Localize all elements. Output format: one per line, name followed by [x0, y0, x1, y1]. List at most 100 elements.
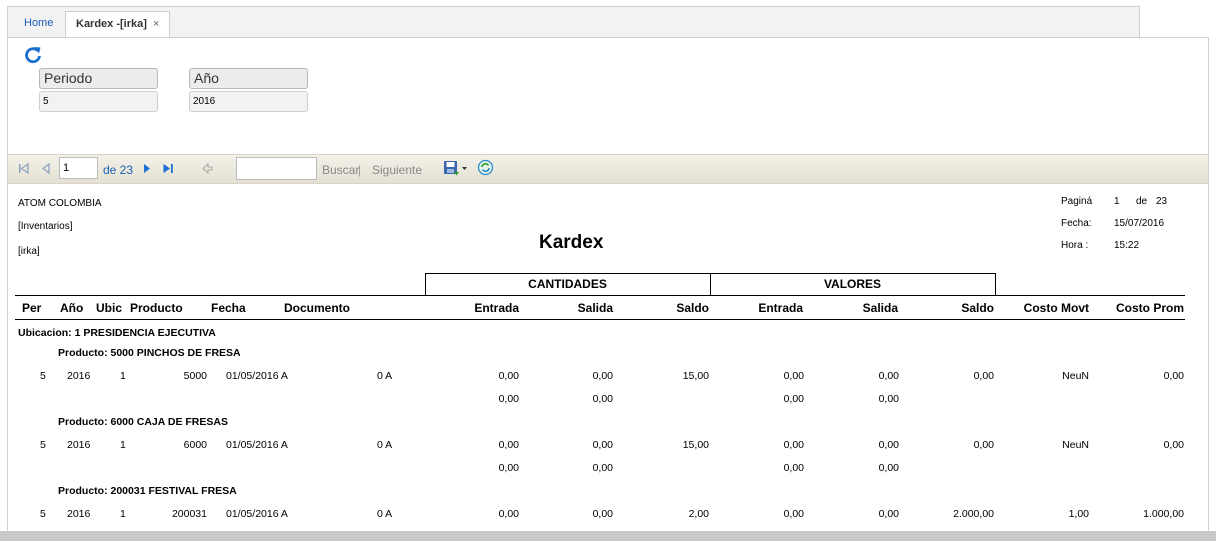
- cell-fecha: 01/05/2016 A: [226, 508, 288, 520]
- cell-per: 5: [40, 370, 46, 382]
- total-v-entrada: 0,00: [783, 393, 804, 405]
- col-saldo: Saldo: [676, 301, 709, 315]
- page-count: de 23: [103, 163, 134, 177]
- col-producto: Producto: [130, 301, 183, 315]
- product-header: Producto: 5000 PINCHOS DE FRESA: [58, 347, 241, 359]
- cell-producto: 200031: [171, 508, 207, 520]
- cell-anio: 2016: [67, 370, 91, 382]
- tab-kardex[interactable]: Kardex -[irka] ×: [65, 11, 171, 38]
- col-salida: Salida: [577, 301, 613, 315]
- cell-costo-movt: 1,00: [1068, 508, 1089, 520]
- bottom-scrollbar[interactable]: [0, 531, 1216, 541]
- cell-v-entrada: 0,00: [783, 508, 804, 520]
- date-label: Fecha:: [1061, 218, 1092, 229]
- product-header: Producto: 200031 FESTIVAL FRESA: [58, 485, 237, 497]
- export-icon[interactable]: [443, 160, 469, 177]
- total-salida: 0,00: [592, 393, 613, 405]
- refresh-icon[interactable]: [24, 46, 42, 64]
- periodo-field[interactable]: 5: [39, 91, 158, 112]
- cell-costo-movt: NeuN: [1062, 439, 1089, 451]
- next-page-icon[interactable]: [141, 162, 153, 175]
- cell-anio: 2016: [67, 439, 91, 451]
- cell-salida: 0,00: [592, 370, 613, 382]
- tab-kardex-label: Kardex -[irka]: [76, 18, 147, 30]
- cell-fecha: 01/05/2016 A: [226, 370, 288, 382]
- page-of-label: de: [1136, 196, 1148, 207]
- total-entrada: 0,00: [498, 393, 519, 405]
- close-icon[interactable]: ×: [153, 18, 159, 30]
- report-title: Kardex: [539, 232, 604, 253]
- total-v-salida: 0,00: [878, 462, 899, 474]
- cell-per: 5: [40, 508, 46, 520]
- header-top-line: [15, 295, 1185, 296]
- page-number-input[interactable]: 1: [59, 157, 98, 179]
- cell-saldo: 15,00: [682, 439, 709, 451]
- user-name: [irka]: [18, 246, 40, 257]
- prev-page-icon[interactable]: [40, 162, 52, 175]
- page-total: 23: [1156, 196, 1168, 207]
- periodo-label: Periodo: [39, 68, 158, 89]
- col-v-saldo: Saldo: [961, 301, 994, 315]
- cell-documento: 0 A: [377, 508, 393, 520]
- main-content: Periodo 5 Año 2016 1 de 23 Buscar | Sigu…: [7, 37, 1209, 531]
- cell-ubic: 1: [120, 508, 126, 520]
- product-header: Producto: 6000 CAJA DE FRESAS: [58, 416, 228, 428]
- cell-v-entrada: 0,00: [783, 370, 804, 382]
- refresh-report-icon[interactable]: [477, 159, 494, 176]
- tab-strip: Home Kardex -[irka] ×: [7, 6, 1140, 38]
- search-input[interactable]: [236, 157, 317, 180]
- date-value: 15/07/2016: [1114, 218, 1165, 229]
- time-value: 15:22: [1114, 240, 1140, 251]
- cell-ubic: 1: [120, 370, 126, 382]
- ubicacion-header: Ubicacion: 1 PRESIDENCIA EJECUTIVA: [18, 327, 216, 339]
- col-anio: Año: [60, 301, 84, 315]
- col-v-entrada: Entrada: [758, 301, 803, 315]
- report-page: ATOM COLOMBIA [Inventarios] [irka] Karde…: [8, 185, 1208, 531]
- col-documento: Documento: [284, 301, 350, 315]
- col-ubic: Ubic: [96, 301, 123, 315]
- cell-saldo: 2,00: [688, 508, 709, 520]
- cell-salida: 0,00: [592, 508, 613, 520]
- cell-saldo: 15,00: [682, 370, 709, 382]
- cell-v-saldo: 0,00: [973, 370, 994, 382]
- cell-v-salida: 0,00: [878, 439, 899, 451]
- back-icon[interactable]: [201, 162, 213, 175]
- col-fecha: Fecha: [211, 301, 246, 315]
- cell-v-salida: 0,00: [878, 370, 899, 382]
- cell-producto: 6000: [183, 439, 207, 451]
- group-right-line: [995, 273, 996, 295]
- anio-label: Año: [189, 68, 308, 89]
- module-name: [Inventarios]: [18, 221, 73, 232]
- page-label: Paginá: [1061, 196, 1093, 207]
- cell-costo-prom: 0,00: [1163, 370, 1184, 382]
- cell-v-saldo: 2.000,00: [953, 508, 994, 520]
- time-label: Hora :: [1061, 240, 1089, 251]
- tab-home[interactable]: Home: [14, 11, 63, 38]
- total-salida: 0,00: [592, 462, 613, 474]
- page-num: 1: [1114, 196, 1120, 207]
- cell-ubic: 1: [120, 439, 126, 451]
- valores-header: VALORES: [823, 277, 882, 291]
- cell-v-salida: 0,00: [878, 508, 899, 520]
- cell-fecha: 01/05/2016 A: [226, 439, 288, 451]
- total-entrada: 0,00: [498, 462, 519, 474]
- total-v-salida: 0,00: [878, 393, 899, 405]
- find-link[interactable]: Buscar: [322, 163, 359, 177]
- header-bottom-line: [15, 319, 1185, 320]
- cantidades-header: CANTIDADES: [528, 277, 607, 291]
- cell-costo-prom: 0,00: [1163, 439, 1184, 451]
- find-next-link[interactable]: Siguiente: [372, 163, 422, 177]
- cell-producto: 5000: [183, 370, 207, 382]
- cell-entrada: 0,00: [498, 508, 519, 520]
- first-page-icon[interactable]: [18, 162, 30, 175]
- anio-field[interactable]: 2016: [189, 91, 308, 112]
- cell-costo-prom: 1.000,00: [1143, 508, 1184, 520]
- cell-v-entrada: 0,00: [783, 439, 804, 451]
- cell-costo-movt: NeuN: [1062, 370, 1089, 382]
- col-entrada: Entrada: [474, 301, 519, 315]
- last-page-icon[interactable]: [162, 162, 174, 175]
- col-v-salida: Salida: [862, 301, 898, 315]
- total-v-entrada: 0,00: [783, 462, 804, 474]
- cell-per: 5: [40, 439, 46, 451]
- cell-anio: 2016: [67, 508, 91, 520]
